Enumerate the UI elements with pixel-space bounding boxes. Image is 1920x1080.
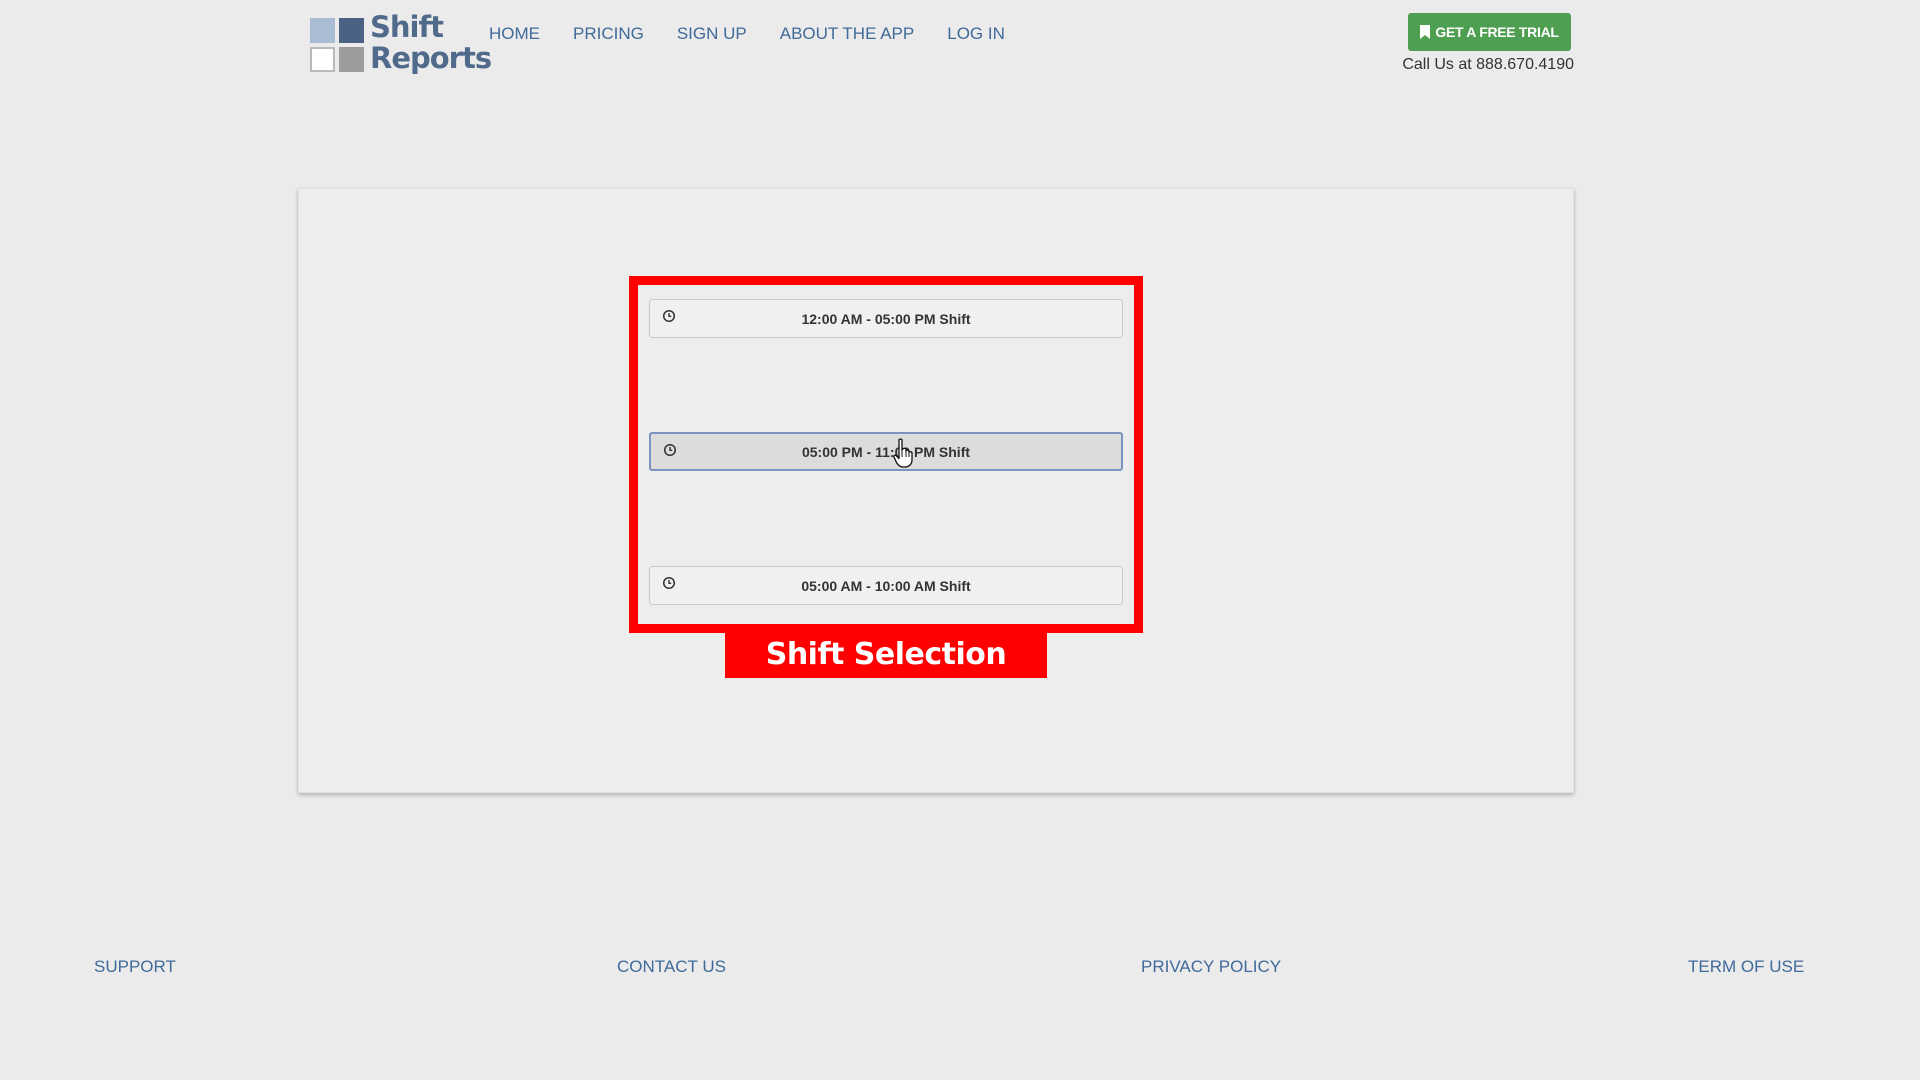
get-free-trial-button[interactable]: GET A FREE TRIAL: [1408, 13, 1571, 51]
site-header: Shift Reports HOME PRICING SIGN UP ABOUT…: [0, 0, 1920, 96]
shift-option-1-label: 12:00 AM - 05:00 PM Shift: [801, 310, 971, 327]
get-free-trial-label: GET A FREE TRIAL: [1435, 24, 1559, 40]
shift-option-3[interactable]: 05:00 AM - 10:00 AM Shift: [649, 566, 1123, 605]
footer-privacy-policy-link[interactable]: PRIVACY POLICY: [1141, 957, 1281, 977]
shift-option-1[interactable]: 12:00 AM - 05:00 PM Shift: [649, 299, 1123, 338]
shift-reports-logo[interactable]: Shift Reports: [308, 12, 492, 78]
logo-line-2: Reports: [370, 41, 492, 75]
phone-number-text: Call Us at 888.670.4190: [1402, 56, 1574, 73]
logo-line-1: Shift: [370, 10, 444, 44]
shift-option-2[interactable]: 05:00 PM - 11:00 PM Shift: [649, 432, 1123, 471]
clock-icon: [662, 309, 676, 323]
footer-contact-us-link[interactable]: CONTACT US: [617, 957, 726, 977]
footer-support-link[interactable]: SUPPORT: [94, 957, 176, 977]
shift-option-3-label: 05:00 AM - 10:00 AM Shift: [801, 577, 971, 594]
nav-sign-up[interactable]: SIGN UP: [677, 24, 747, 44]
nav-home[interactable]: HOME: [489, 24, 540, 44]
clock-icon: [663, 443, 677, 457]
logo-wordmark: Shift Reports: [370, 10, 492, 75]
logo-mark-icon: [308, 16, 366, 74]
clock-icon: [662, 576, 676, 590]
footer-term-of-use-link[interactable]: TERM OF USE: [1688, 957, 1804, 977]
shift-option-2-label: 05:00 PM - 11:00 PM Shift: [801, 443, 971, 460]
main-nav: HOME PRICING SIGN UP ABOUT THE APP LOG I…: [489, 24, 1038, 44]
nav-about-the-app[interactable]: ABOUT THE APP: [780, 24, 914, 44]
nav-pricing[interactable]: PRICING: [573, 24, 644, 44]
bookmark-icon: [1420, 25, 1431, 39]
nav-log-in[interactable]: LOG IN: [947, 24, 1005, 44]
shift-selection-label: Shift Selection: [725, 631, 1047, 678]
